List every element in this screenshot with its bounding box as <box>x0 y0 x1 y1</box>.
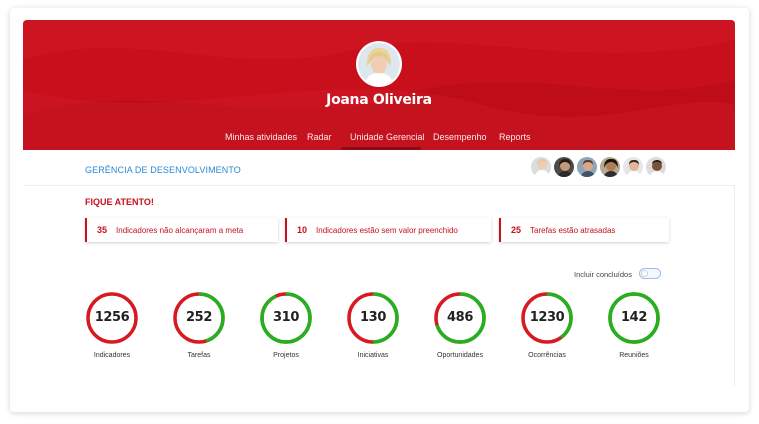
team-member-avatar-icon <box>646 157 666 177</box>
nav-item-minhas-atividades[interactable]: Minhas atividades <box>225 132 297 142</box>
metric-label: Reuniões <box>619 352 649 359</box>
user-avatar-icon <box>358 43 400 85</box>
profile-header: Joana Oliveira Minhas atividades Radar U… <box>23 20 735 150</box>
right-edge-line <box>734 186 735 386</box>
section-divider <box>23 185 735 186</box>
alert-card[interactable]: 25 Tarefas estão atrasadas <box>499 218 669 242</box>
metric-value: 1230 <box>529 310 565 325</box>
metric-value: 130 <box>360 310 386 325</box>
user-name: Joana Oliveira <box>326 92 432 108</box>
metric-ring[interactable]: 486 <box>433 291 487 345</box>
team-member-avatar-icon <box>577 157 597 177</box>
user-avatar[interactable] <box>356 41 402 87</box>
team-member-avatar-icon <box>600 157 620 177</box>
metric-ring[interactable]: 130 <box>346 291 400 345</box>
alert-text: Indicadores estão sem valor preenchido <box>316 225 458 235</box>
metric-label: Projetos <box>273 352 299 359</box>
metric-label: Indicadores <box>93 352 131 359</box>
attention-title: FIQUE ATENTO! <box>85 197 154 207</box>
alert-card[interactable]: 10 Indicadores estão sem valor preenchid… <box>285 218 491 242</box>
team-member-avatar[interactable] <box>622 156 644 178</box>
team-member-avatar-icon <box>554 157 574 177</box>
nav-item-reports[interactable]: Reports <box>499 132 531 142</box>
team-member-avatar-icon <box>531 157 551 177</box>
metric-label: Iniciativas <box>357 352 389 359</box>
toggle-knob <box>641 270 648 277</box>
metric-value: 486 <box>447 310 473 325</box>
dashboard-card: Joana Oliveira Minhas atividades Radar U… <box>23 20 735 392</box>
metric-value: 142 <box>621 310 647 325</box>
nav-item-radar[interactable]: Radar <box>307 132 332 142</box>
alert-count: 10 <box>297 225 308 235</box>
department-title[interactable]: GERÊNCIA DE DESENVOLVIMENTO <box>85 165 241 175</box>
nav-item-unidade-gerencial[interactable]: Unidade Gerencial <box>350 132 425 142</box>
metric-ring[interactable]: 310 <box>259 291 313 345</box>
nav-item-desempenho[interactable]: Desempenho <box>433 132 487 142</box>
metric-ring[interactable]: 1256 <box>85 291 139 345</box>
team-member-avatar[interactable] <box>530 156 552 178</box>
metric-ring[interactable]: 252 <box>172 291 226 345</box>
metric-label: Oportunidades <box>437 352 483 359</box>
alert-count: 25 <box>511 225 522 235</box>
metric-value: 310 <box>273 310 299 325</box>
team-member-avatar-icon <box>623 157 643 177</box>
team-member-avatar[interactable] <box>645 156 667 178</box>
metric-label: Ocorrências <box>528 352 566 359</box>
include-completed-toggle[interactable] <box>639 268 661 279</box>
metric-ring[interactable]: 1230 <box>520 291 574 345</box>
alert-card[interactable]: 35 Indicadores não alcançaram a meta <box>85 218 278 242</box>
active-tab-indicator <box>341 147 421 150</box>
metric-value: 1256 <box>94 310 130 325</box>
alert-text: Indicadores não alcançaram a meta <box>116 225 244 235</box>
alert-text: Tarefas estão atrasadas <box>530 225 616 235</box>
metric-ring[interactable]: 142 <box>607 291 661 345</box>
include-completed-label: Incluir concluídos <box>574 270 632 279</box>
alert-count: 35 <box>97 225 108 235</box>
team-member-avatar[interactable] <box>553 156 575 178</box>
team-member-avatar[interactable] <box>576 156 598 178</box>
team-member-avatar[interactable] <box>599 156 621 178</box>
metric-value: 252 <box>186 310 212 325</box>
metric-label: Tarefas <box>187 352 211 359</box>
